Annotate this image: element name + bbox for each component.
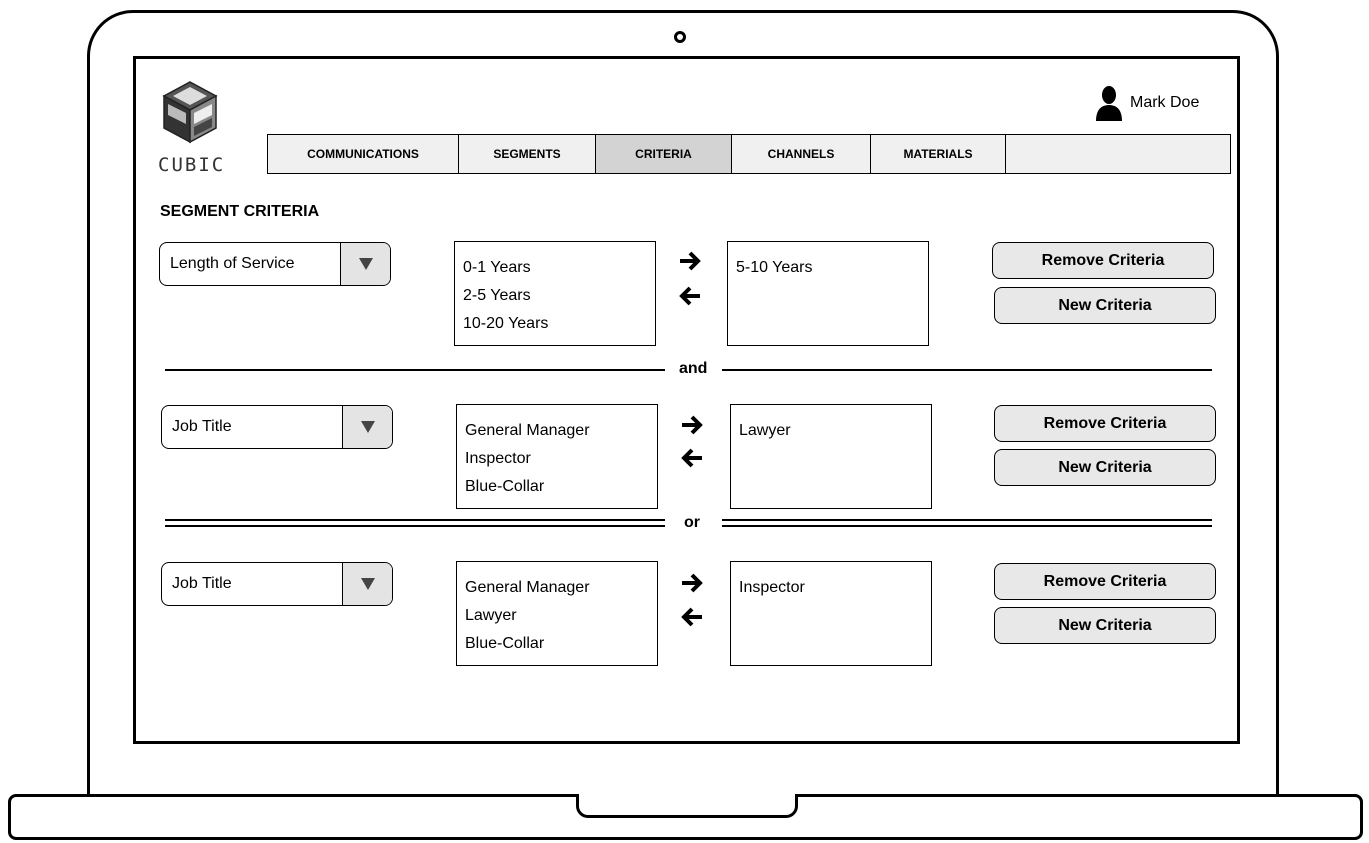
list-item[interactable]: 5-10 Years: [736, 254, 928, 282]
page-title: SEGMENT CRITERIA: [160, 203, 320, 220]
divider-line: [165, 519, 665, 521]
selected-values-list[interactable]: Lawyer: [730, 404, 932, 509]
list-item[interactable]: Lawyer: [739, 417, 931, 445]
dropdown-button[interactable]: [342, 406, 392, 448]
divider-line: [722, 369, 1212, 371]
list-item[interactable]: Blue-Collar: [465, 473, 657, 501]
arrow-left-icon[interactable]: [680, 606, 704, 628]
user-name[interactable]: Mark Doe: [1130, 94, 1199, 112]
triangle-down-icon: [360, 421, 375, 433]
arrow-right-icon[interactable]: [678, 250, 702, 272]
tab-channels[interactable]: CHANNELS: [732, 135, 871, 173]
divider-line: [722, 519, 1212, 521]
user-icon: [1096, 86, 1122, 121]
connector-and: and: [679, 360, 708, 377]
remove-criteria-button[interactable]: Remove Criteria: [994, 563, 1216, 600]
nav-empty-space: [1006, 135, 1230, 173]
list-item[interactable]: Inspector: [465, 445, 657, 473]
available-values-list[interactable]: General Manager Lawyer Blue-Collar: [456, 561, 658, 666]
divider-line: [165, 369, 665, 371]
selected-values-list[interactable]: Inspector: [730, 561, 932, 666]
new-criteria-button[interactable]: New Criteria: [994, 287, 1216, 324]
dropdown-button[interactable]: [340, 243, 390, 285]
remove-criteria-button[interactable]: Remove Criteria: [994, 405, 1216, 442]
criteria-field-select[interactable]: Job Title: [161, 562, 393, 606]
main-nav: COMMUNICATIONS SEGMENTS CRITERIA CHANNEL…: [267, 134, 1231, 174]
criteria-field-select[interactable]: Job Title: [161, 405, 393, 449]
laptop-notch: [576, 794, 798, 818]
arrow-right-icon[interactable]: [680, 414, 704, 436]
connector-or: or: [684, 514, 700, 531]
divider-line: [165, 525, 665, 527]
tab-communications[interactable]: COMMUNICATIONS: [268, 135, 459, 173]
criteria-field-select[interactable]: Length of Service: [159, 242, 391, 286]
list-item[interactable]: Inspector: [739, 574, 931, 602]
list-item[interactable]: 2-5 Years: [463, 282, 655, 310]
arrow-left-icon[interactable]: [680, 447, 704, 469]
camera-icon: [674, 31, 686, 43]
new-criteria-button[interactable]: New Criteria: [994, 607, 1216, 644]
new-criteria-button[interactable]: New Criteria: [994, 449, 1216, 486]
list-item[interactable]: 10-20 Years: [463, 310, 655, 338]
tab-criteria[interactable]: CRITERIA: [596, 135, 732, 173]
list-item[interactable]: 0-1 Years: [463, 254, 655, 282]
cube-icon: [162, 81, 218, 144]
available-values-list[interactable]: 0-1 Years 2-5 Years 10-20 Years: [454, 241, 656, 346]
select-value: Length of Service: [170, 255, 295, 272]
available-values-list[interactable]: General Manager Inspector Blue-Collar: [456, 404, 658, 509]
tab-segments[interactable]: SEGMENTS: [459, 135, 596, 173]
selected-values-list[interactable]: 5-10 Years: [727, 241, 929, 346]
triangle-down-icon: [358, 258, 373, 270]
list-item[interactable]: General Manager: [465, 417, 657, 445]
list-item[interactable]: General Manager: [465, 574, 657, 602]
select-value: Job Title: [172, 418, 232, 435]
list-item[interactable]: Lawyer: [465, 602, 657, 630]
arrow-left-icon[interactable]: [678, 285, 702, 307]
remove-criteria-button[interactable]: Remove Criteria: [992, 242, 1214, 279]
dropdown-button[interactable]: [342, 563, 392, 605]
select-value: Job Title: [172, 575, 232, 592]
list-item[interactable]: Blue-Collar: [465, 630, 657, 658]
divider-line: [722, 525, 1212, 527]
triangle-down-icon: [360, 578, 375, 590]
arrow-right-icon[interactable]: [680, 572, 704, 594]
logo-text: CUBIC: [158, 154, 226, 176]
tab-materials[interactable]: MATERIALS: [871, 135, 1006, 173]
